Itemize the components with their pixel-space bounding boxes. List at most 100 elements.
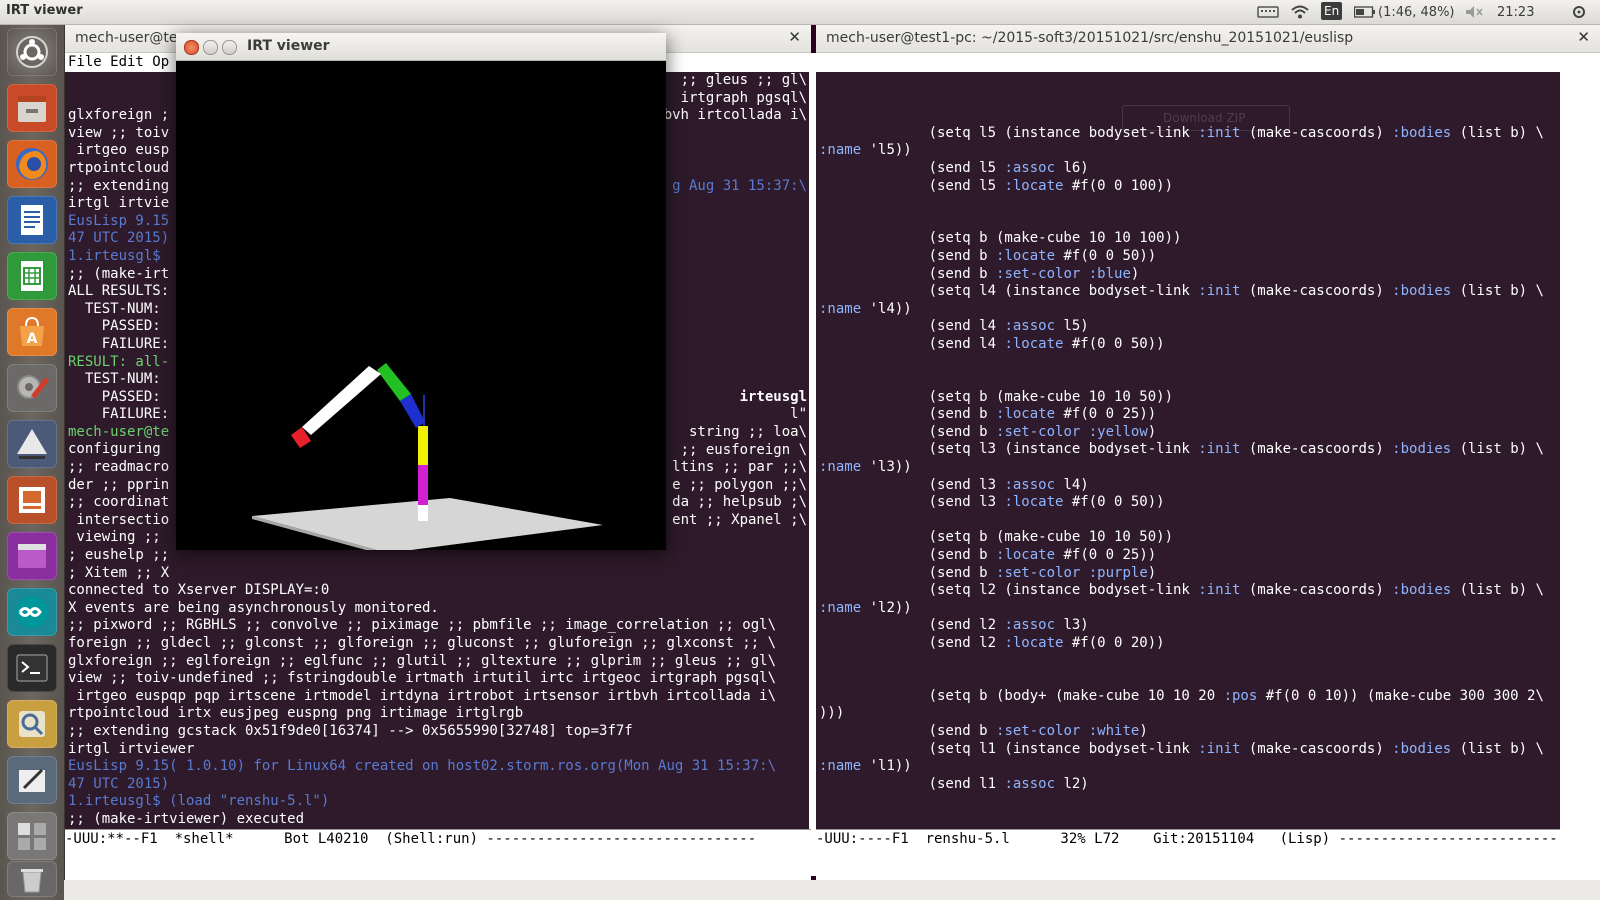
shell-fragment: string ;; loa\: [688, 424, 807, 440]
source-line: (setq l1 (instance bodyset-link :init (m…: [819, 740, 1544, 757]
source-line: :name 'l2)): [819, 599, 912, 616]
shell-line: view ;; toiv-undefined ;; fstringdouble …: [68, 670, 777, 687]
source-line: :name 'l1)): [819, 758, 912, 775]
trash-icon[interactable]: [7, 861, 57, 897]
bottom-strip: [64, 880, 1600, 900]
source-line: (send l5 :assoc l6): [819, 159, 1089, 176]
writer-icon[interactable]: [7, 196, 57, 244]
wifi-icon[interactable]: [1290, 2, 1310, 22]
left-terminal-tab-title: mech-user@tes: [75, 30, 185, 46]
dash-home-icon[interactable]: [7, 28, 57, 76]
lisp-source: (setq l5 (instance bodyset-link :init (m…: [816, 125, 1560, 829]
irt-viewer-titlebar[interactable]: IRT viewer: [176, 33, 666, 61]
battery-label: (1:46, 48%): [1378, 4, 1455, 20]
source-line: [816, 371, 1560, 389]
source-line: (send l2 :assoc l3): [819, 617, 1089, 634]
lisp-buffer[interactable]: Download ZIP (setq l5 (instance bodyset-…: [816, 72, 1560, 829]
source-line: (send l4 :assoc l5): [819, 318, 1089, 335]
keyboard-layout-icon[interactable]: [1257, 2, 1279, 22]
shell-line: EusLisp 9.15( 1.0.10) for Linux64 create…: [68, 758, 777, 775]
active-window-title: IRT viewer: [6, 3, 83, 18]
shell-fragment: l": [790, 406, 807, 423]
maximize-window-icon[interactable]: [222, 40, 237, 55]
source-line: ))): [819, 705, 845, 722]
workspace-icon[interactable]: [7, 812, 57, 860]
shell-line: ;; (make-irtviewer) executed: [68, 810, 305, 827]
calc-icon[interactable]: [7, 252, 57, 300]
shell-line: ; Xitem ;; X: [68, 564, 170, 581]
shell-fragment: e ;; polygon ;;\: [672, 476, 807, 493]
volume-muted-icon[interactable]: [1464, 2, 1484, 22]
emacs-menu-bar[interactable]: File Edit Op: [65, 54, 170, 71]
text-editor-icon[interactable]: [7, 756, 57, 804]
source-line: (send b :set-color :blue): [819, 265, 1140, 282]
source-line: (send b :set-color :white): [819, 722, 1148, 739]
shell-line: ;; pixword ;; RGBHLS ;; convolve ;; pixi…: [68, 617, 777, 634]
software-center-icon[interactable]: A: [7, 308, 57, 356]
source-line: [816, 213, 1560, 231]
shell-line: foreign ;; gldecl ;; glconst ;; glforeig…: [68, 635, 777, 651]
files-icon[interactable]: [7, 84, 57, 132]
power-gear-icon[interactable]: [1571, 2, 1587, 22]
battery-indicator[interactable]: (1:46, 48%): [1354, 2, 1455, 22]
link-l1-white: [418, 505, 428, 521]
minimize-window-icon[interactable]: [203, 40, 218, 55]
close-icon[interactable]: ✕: [1577, 28, 1590, 46]
shell-fragment: da ;; helpsub ;\: [672, 494, 807, 511]
clock-label: 21:23: [1497, 4, 1535, 20]
shell-fragment: ;; eusforeign \: [680, 441, 807, 458]
right-terminal-tab-title: mech-user@test1-pc: ~/2015-soft3/2015102…: [826, 30, 1354, 46]
clock[interactable]: 21:23: [1497, 2, 1534, 22]
purple-app-icon[interactable]: [7, 532, 57, 580]
source-line: (setq b (make-cube 10 10 50)): [819, 529, 1174, 546]
shell-fragment: irteusgl: [739, 388, 807, 405]
source-line: [816, 354, 1560, 372]
right-terminal-tab[interactable]: mech-user@test1-pc: ~/2015-soft3/2015102…: [816, 25, 1600, 53]
shell-fragment: ltins ;; par ;;\: [672, 459, 807, 476]
firefox-icon[interactable]: [7, 140, 57, 188]
source-line: :name 'l4)): [819, 300, 912, 317]
shell-modeline: -UUU:**--F1 *shell* Bot L40210 (Shell:ru…: [65, 829, 811, 848]
source-line: (send l2 :locate #f(0 0 20)): [819, 635, 1165, 651]
shell-line: rtpointcloud irtx eusjpeg euspng png irt…: [68, 705, 524, 722]
source-line: (send l5 :locate #f(0 0 100)): [819, 177, 1174, 194]
close-window-icon[interactable]: [184, 40, 199, 55]
system-settings-icon[interactable]: [7, 364, 57, 412]
terminal-icon[interactable]: [7, 644, 57, 692]
source-line: (setq b (make-cube 10 10 100)): [819, 230, 1182, 247]
inkscape-icon[interactable]: [7, 420, 57, 468]
close-icon[interactable]: ✕: [788, 28, 801, 46]
shell-line: 1.irteusgl$ (load "renshu-5.l"): [68, 793, 330, 810]
source-line: (send b :set-color :purple): [819, 564, 1157, 581]
ghost-download-button: Download ZIP: [1122, 105, 1290, 131]
battery-icon: [1354, 6, 1375, 18]
source-line: [816, 793, 1560, 811]
source-line: [816, 653, 1560, 671]
shell-fragment: ;; gleus ;; gl\: [680, 72, 807, 88]
source-line: (setq b (body+ (make-cube 10 10 20 :pos …: [819, 687, 1544, 704]
source-line: (send b :locate #f(0 0 25)): [819, 547, 1157, 564]
impress-icon[interactable]: [7, 476, 57, 524]
irt-viewer-canvas[interactable]: [176, 61, 666, 550]
link-l3-yellow: [418, 426, 428, 465]
shell-fragment: ent ;; Xpanel ;\: [672, 512, 807, 528]
ghost-download-label: Download ZIP: [1163, 111, 1246, 125]
right-terminal-body[interactable]: Download ZIP (setq l5 (instance bodyset-…: [816, 53, 1600, 900]
keyboard-indicator[interactable]: En: [1321, 1, 1343, 21]
shell-line: connected to Xserver DISPLAY=:0: [68, 582, 330, 599]
image-viewer-icon[interactable]: [7, 700, 57, 748]
launcher: A: [0, 25, 65, 900]
source-line: [816, 512, 1560, 530]
irt-viewer-window[interactable]: IRT viewer: [176, 33, 666, 550]
source-line: :name 'l5)): [819, 142, 912, 159]
keyboard-indicator-label: En: [1321, 2, 1343, 20]
source-line: (send l4 :locate #f(0 0 50)): [819, 335, 1165, 352]
source-line: [816, 670, 1560, 688]
source-line: (send l1 :assoc l2): [819, 775, 1089, 792]
emacs-menu-bar-right: [816, 54, 1559, 71]
shell-line: 47 UTC 2015): [68, 775, 170, 792]
arduino-icon[interactable]: [7, 588, 57, 636]
source-line: [816, 811, 1560, 829]
source-line: (setq b (make-cube 10 10 50)): [819, 388, 1174, 405]
shell-line: irtgl irtviewer: [68, 740, 195, 757]
